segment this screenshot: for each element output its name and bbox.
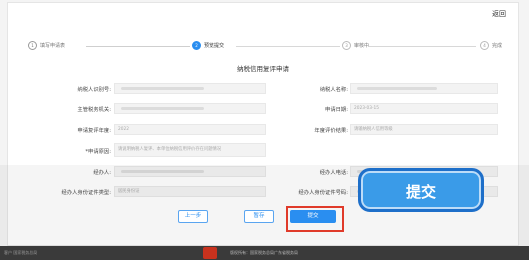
footer-left-text: 客户 国家税务总局 <box>4 250 38 255</box>
step-label: 预览提交 <box>204 43 225 49</box>
eval-year-field[interactable]: 2022 <box>114 124 266 135</box>
form-row: 纳税人识别号: 纳税人名称: <box>8 83 518 95</box>
field-label: 纳税人名称: <box>319 87 348 93</box>
field-label: 年度评价结果: <box>314 128 348 134</box>
taxpayer-id-field[interactable] <box>114 83 266 94</box>
agent-id-type-select[interactable]: 居民身份证 <box>114 186 266 197</box>
step-complete: 4 完成 <box>480 41 502 50</box>
step-connector <box>86 46 190 47</box>
form-title: 纳税信用复评申请 <box>237 65 289 73</box>
form-row: 申请复评年度: 2022 年度评价结果: 请输纳税人信用等级 <box>8 124 518 136</box>
field-label: 经办人: <box>93 170 111 176</box>
field-label: 申请日期: <box>325 107 348 113</box>
save-draft-button[interactable]: 暂存 <box>244 210 274 223</box>
form-row: *申请原因: 请说明纳税人复评、本单位纳税信用评价存在问题情况 <box>8 143 518 157</box>
agent-field[interactable] <box>114 166 266 177</box>
callout-label: 提交 <box>405 183 436 201</box>
previous-step-button[interactable]: 上一步 <box>178 210 208 223</box>
form-row: 主管税务机关: 申请日期: 2023-03-15 <box>8 103 518 115</box>
footer: 客户 国家税务总局 版权所有：国家税务总局广东省税务局 <box>0 246 529 260</box>
step-fill-form: 1 填写申请表 <box>28 41 65 50</box>
field-label: *申请原因: <box>85 149 111 155</box>
submit-callout: 提交 <box>358 168 484 212</box>
highlight-box <box>286 206 344 232</box>
step-label: 审核中 <box>354 43 370 49</box>
step-label: 填写申请表 <box>40 43 66 49</box>
progress-steps: 1 填写申请表 2 预览提交 3 审核中 4 完成 <box>16 41 512 55</box>
step-preview-submit: 2 预览提交 <box>192 41 224 50</box>
apply-date-field[interactable]: 2023-03-15 <box>350 103 498 114</box>
field-label: 经办人身份证件号码: <box>298 190 348 196</box>
footer-text: 版权所有：国家税务总局广东省税务局 <box>230 250 298 255</box>
field-label: 申请复评年度: <box>77 128 111 134</box>
page: 返回 1 填写申请表 2 预览提交 3 审核中 4 完成 纳税信用复评申请 纳税… <box>0 0 529 260</box>
tax-authority-field[interactable] <box>114 103 266 114</box>
step-number: 4 <box>480 41 489 50</box>
step-connector <box>368 46 476 47</box>
eval-result-field[interactable]: 请输纳税人信用等级 <box>350 124 498 135</box>
back-link[interactable]: 返回 <box>492 9 506 19</box>
step-number: 2 <box>192 41 201 50</box>
field-label: 经办人电话: <box>319 170 348 176</box>
taxpayer-name-field[interactable] <box>350 83 498 94</box>
step-connector <box>236 46 340 47</box>
reason-textarea[interactable]: 请说明纳税人复评、本单位纳税信用评价存在问题情况 <box>114 143 266 157</box>
emblem-icon <box>203 247 217 259</box>
step-number: 3 <box>342 41 351 50</box>
field-label: 纳税人识别号: <box>77 87 111 93</box>
step-reviewing: 3 审核中 <box>342 41 369 50</box>
field-label: 主管税务机关: <box>77 107 111 113</box>
step-number: 1 <box>28 41 37 50</box>
step-label: 完成 <box>492 43 503 49</box>
field-label: 经办人身份证件类型: <box>61 190 111 196</box>
